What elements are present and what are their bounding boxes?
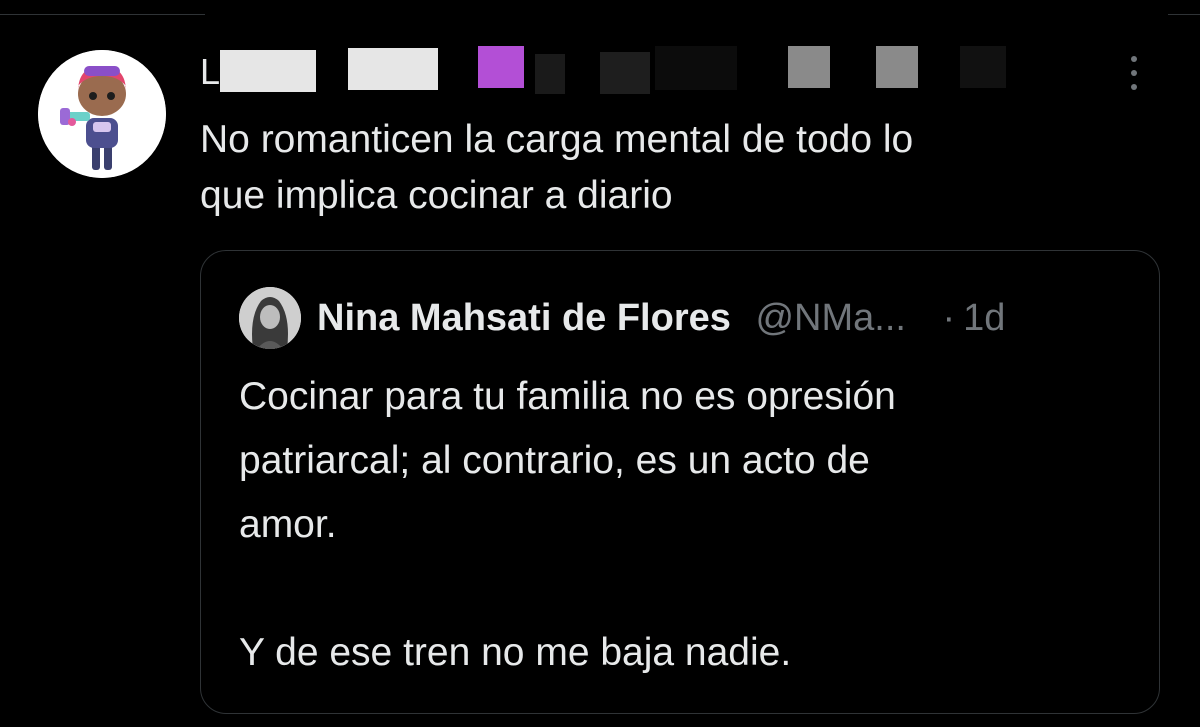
post-text: No romanticen la carga mental de todo lo… (200, 112, 1120, 224)
top-divider (0, 14, 205, 15)
quoted-post-text: Cocinar para tu familia no es opresión p… (239, 365, 1119, 685)
quoted-text-line: Cocinar para tu familia no es opresión (239, 375, 896, 418)
quoted-text-line: patriarcal; al contrario, es un acto de (239, 439, 870, 482)
quoted-author-avatar[interactable] (239, 287, 301, 349)
post-text-line: que implica cocinar a diario (200, 174, 673, 217)
funko-character-avatar-icon (38, 50, 166, 178)
more-vertical-icon-dot (1131, 70, 1137, 76)
quoted-text-line: Y de ese tren no me baja nadie. (239, 631, 792, 674)
quoted-post-card[interactable]: Nina Mahsati de Flores @NMa... · 1d Cocin… (200, 250, 1160, 714)
redaction-block (655, 46, 737, 90)
redaction-block (478, 46, 524, 88)
author-name[interactable]: L (200, 52, 220, 92)
redaction-block (348, 48, 438, 90)
quoted-author-name[interactable]: Nina Mahsati de Flores (317, 297, 731, 339)
redaction-block (600, 52, 650, 94)
quoted-post-header: Nina Mahsati de Flores @NMa... · 1d (317, 293, 1137, 343)
quoted-post-timestamp[interactable]: 1d (963, 297, 1005, 339)
profile-photo-icon (239, 287, 301, 349)
redaction-block (960, 46, 1006, 88)
separator-dot: · (942, 297, 956, 339)
quoted-text-line: amor. (239, 503, 337, 546)
redaction-block (535, 54, 565, 94)
redaction-block (788, 46, 830, 88)
more-options-button[interactable] (1120, 52, 1150, 98)
more-vertical-icon (1131, 56, 1137, 62)
author-avatar[interactable] (38, 50, 166, 178)
more-vertical-icon-dot (1131, 84, 1137, 90)
post-header: L (200, 42, 1080, 94)
redaction-block (220, 50, 316, 92)
redaction-block (876, 46, 918, 88)
post-text-line: No romanticen la carga mental de todo lo (200, 118, 914, 161)
top-divider-right (1168, 14, 1200, 15)
quoted-author-handle[interactable]: @NMa... (755, 297, 905, 339)
